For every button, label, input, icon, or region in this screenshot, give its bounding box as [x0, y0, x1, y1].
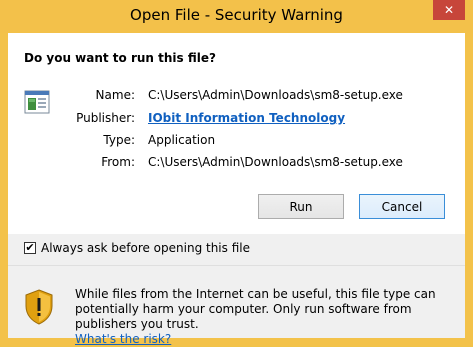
- dialog-body: Do you want to run this file? Name: C:\U…: [8, 33, 465, 346]
- divider: [8, 265, 465, 266]
- from-label: From:: [101, 155, 135, 169]
- run-button[interactable]: Run: [258, 194, 344, 219]
- file-info-pane: Do you want to run this file? Name: C:\U…: [8, 33, 465, 234]
- question-heading: Do you want to run this file?: [24, 51, 216, 65]
- publisher-link[interactable]: IObit Information Technology: [148, 111, 345, 125]
- name-value: C:\Users\Admin\Downloads\sm8-setup.exe: [148, 88, 403, 102]
- warning-message: While files from the Internet can be use…: [75, 287, 436, 331]
- risk-warning-text: While files from the Internet can be use…: [75, 287, 455, 347]
- always-ask-checkbox[interactable]: ✔: [24, 242, 36, 254]
- name-label: Name:: [95, 88, 135, 102]
- close-button[interactable]: ✕: [433, 0, 465, 20]
- title-bar[interactable]: Open File - Security Warning ✕: [0, 0, 473, 33]
- always-ask-label[interactable]: Always ask before opening this file: [41, 241, 250, 255]
- from-value: C:\Users\Admin\Downloads\sm8-setup.exe: [148, 155, 403, 169]
- whats-the-risk-link[interactable]: What's the risk?: [75, 332, 171, 346]
- always-ask-option[interactable]: ✔ Always ask before opening this file: [24, 241, 250, 255]
- window-title: Open File - Security Warning: [130, 6, 343, 24]
- security-warning-dialog: Open File - Security Warning ✕ Do you wa…: [0, 0, 473, 346]
- type-value: Application: [148, 133, 216, 147]
- cancel-button[interactable]: Cancel: [359, 194, 445, 219]
- shield-warning-icon: [24, 289, 54, 325]
- publisher-label: Publisher:: [76, 111, 135, 125]
- type-label: Type:: [103, 133, 135, 147]
